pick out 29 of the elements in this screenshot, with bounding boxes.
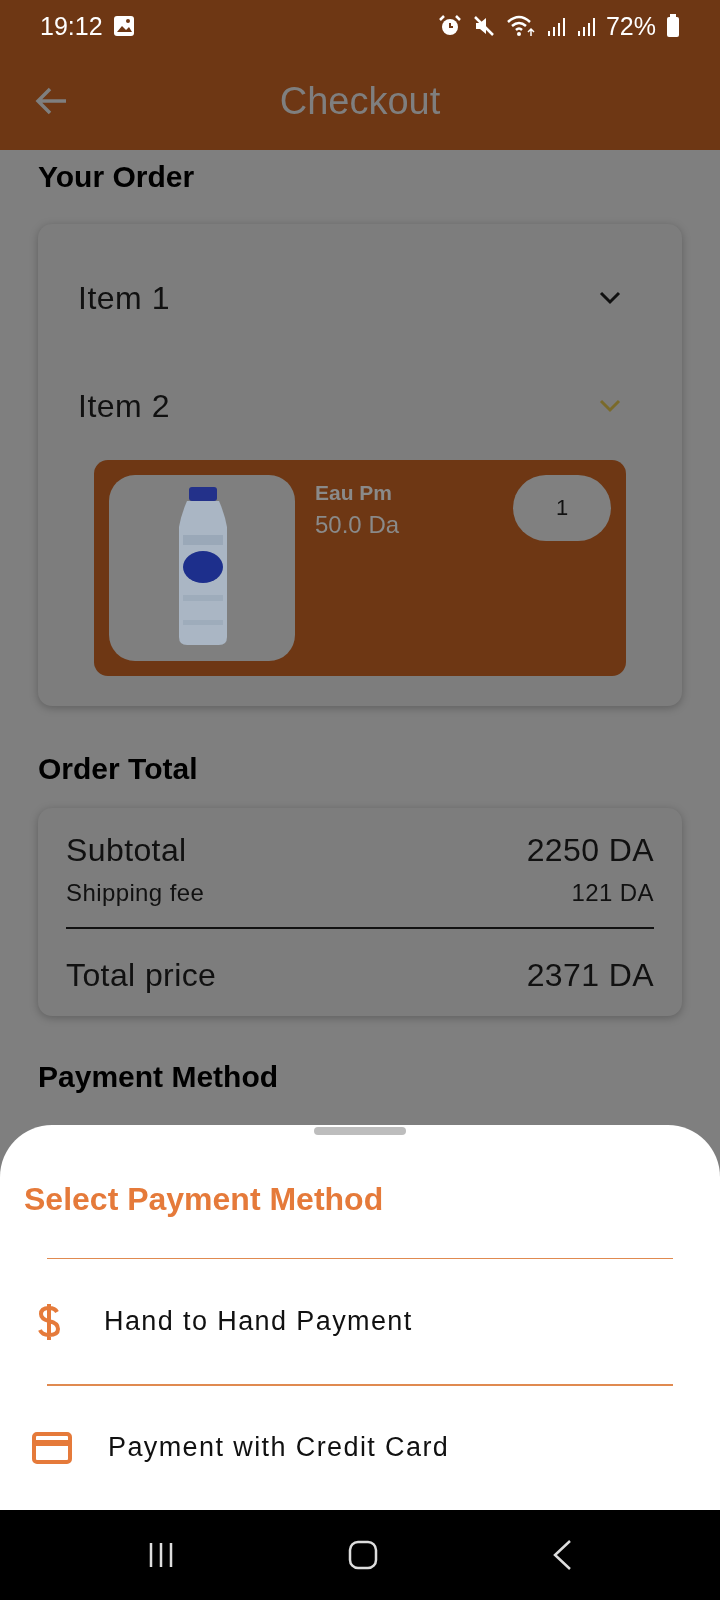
payment-option[interactable]: Hand to Hand Payment (0, 1259, 720, 1384)
total-label: Subtotal (66, 832, 187, 869)
section-title: Order Total (38, 752, 199, 786)
drag-handle[interactable] (314, 1127, 406, 1135)
total-value: 2250 DA (526, 832, 654, 869)
total-value: 121 DA (571, 879, 654, 907)
image-icon (112, 15, 135, 37)
chevron-down-icon[interactable] (598, 290, 622, 306)
product-price: 50.0 Da (315, 511, 401, 539)
screen-title: Checkout (279, 79, 441, 122)
section-title: Your Order (38, 160, 196, 194)
battery-icon (666, 14, 680, 38)
battery-percentage: 72% (605, 11, 656, 41)
total-label: Shipping fee (66, 879, 205, 907)
status-time: 19:12 (40, 11, 103, 41)
quantity-field[interactable]: 1 (513, 475, 611, 541)
credit-card-icon (32, 1431, 72, 1464)
section-title: Payment Method (38, 1060, 280, 1094)
payment-option[interactable]: Payment with Credit Card (0, 1385, 720, 1510)
mute-icon (471, 14, 496, 38)
total-label: Total price (66, 957, 217, 994)
sheet-title: Select Payment Method (23, 1179, 385, 1218)
alarm-icon (437, 14, 462, 38)
item-label[interactable]: Item 2 (78, 387, 170, 425)
product-name: Eau Pm (315, 481, 394, 505)
item-label[interactable]: Item 1 (78, 279, 170, 317)
home-icon[interactable] (348, 1540, 378, 1570)
wifi-icon (505, 14, 536, 38)
total-value: 2371 DA (526, 957, 654, 994)
